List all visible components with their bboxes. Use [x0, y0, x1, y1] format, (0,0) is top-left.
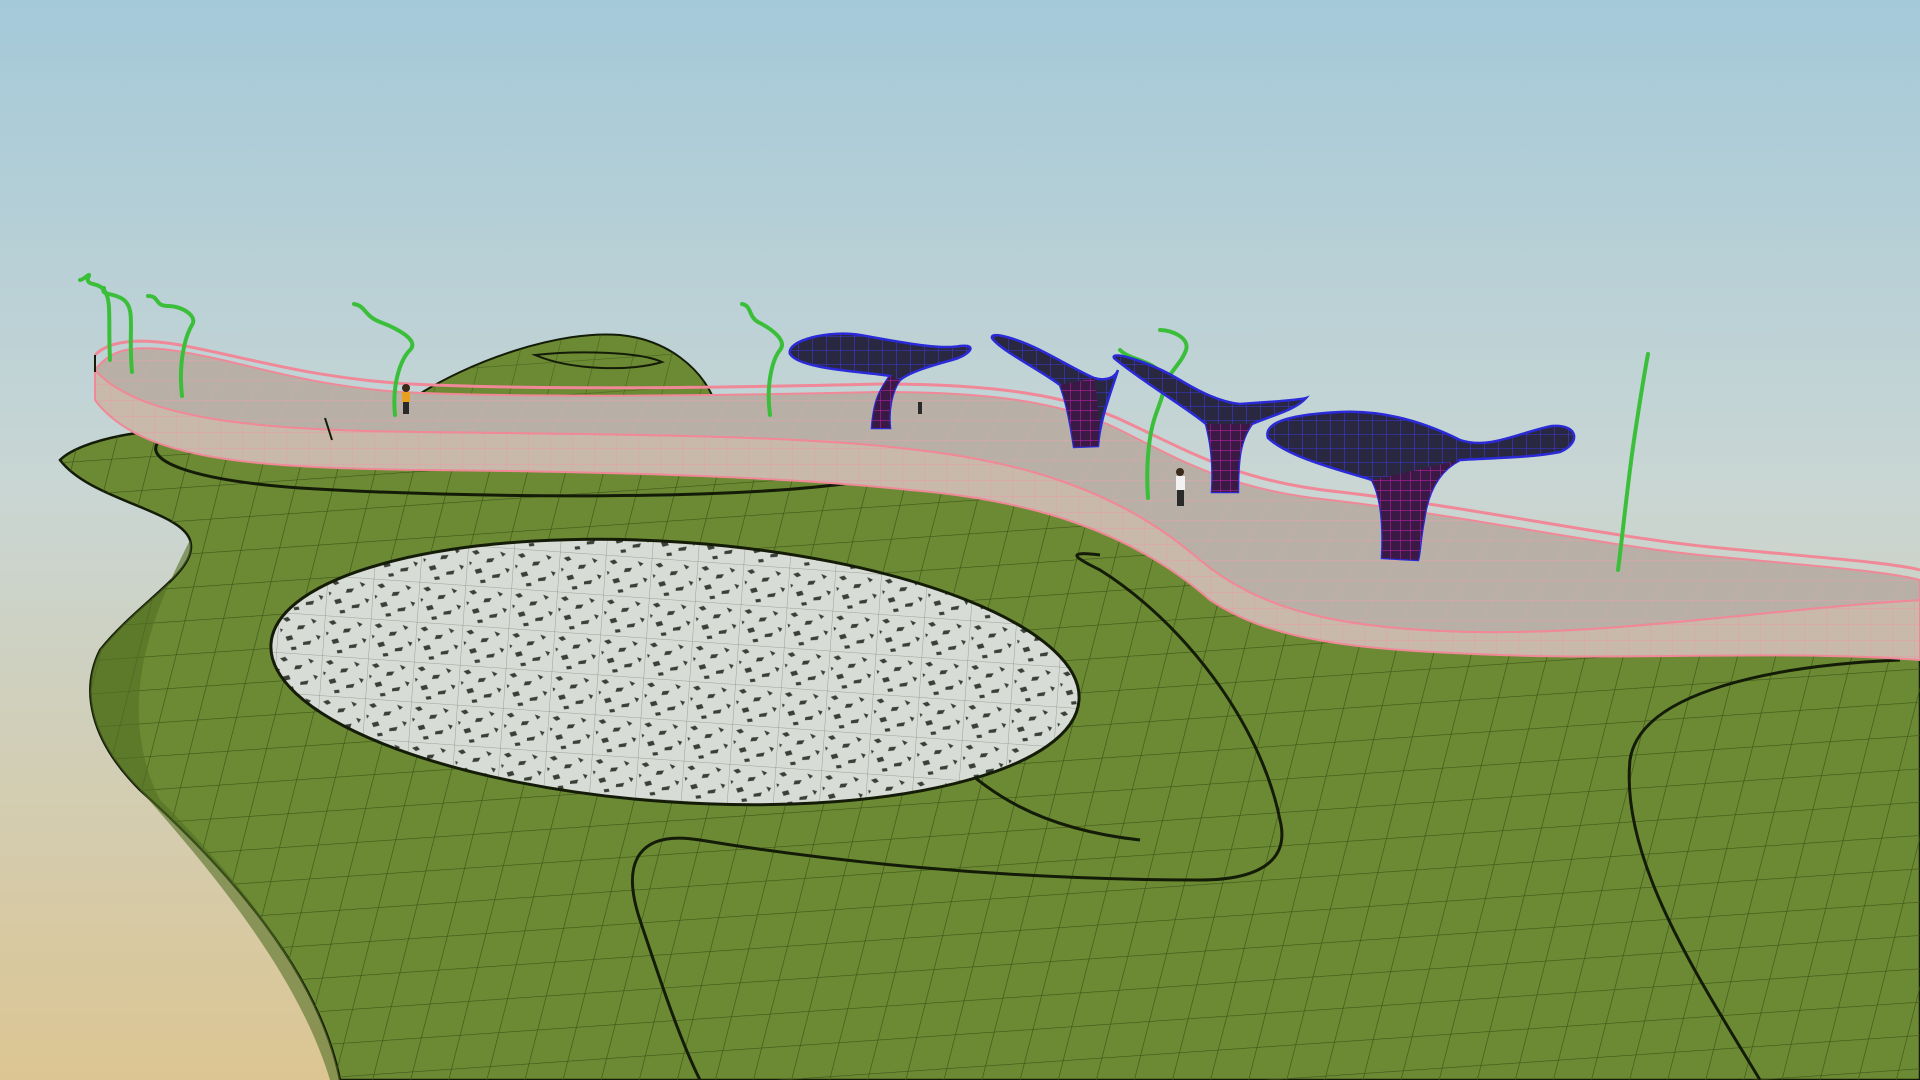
rhino-viewport[interactable] — [0, 0, 1920, 1080]
person-3[interactable] — [918, 402, 922, 414]
viewport-canvas[interactable] — [0, 0, 1920, 1080]
person-1[interactable] — [402, 384, 410, 414]
